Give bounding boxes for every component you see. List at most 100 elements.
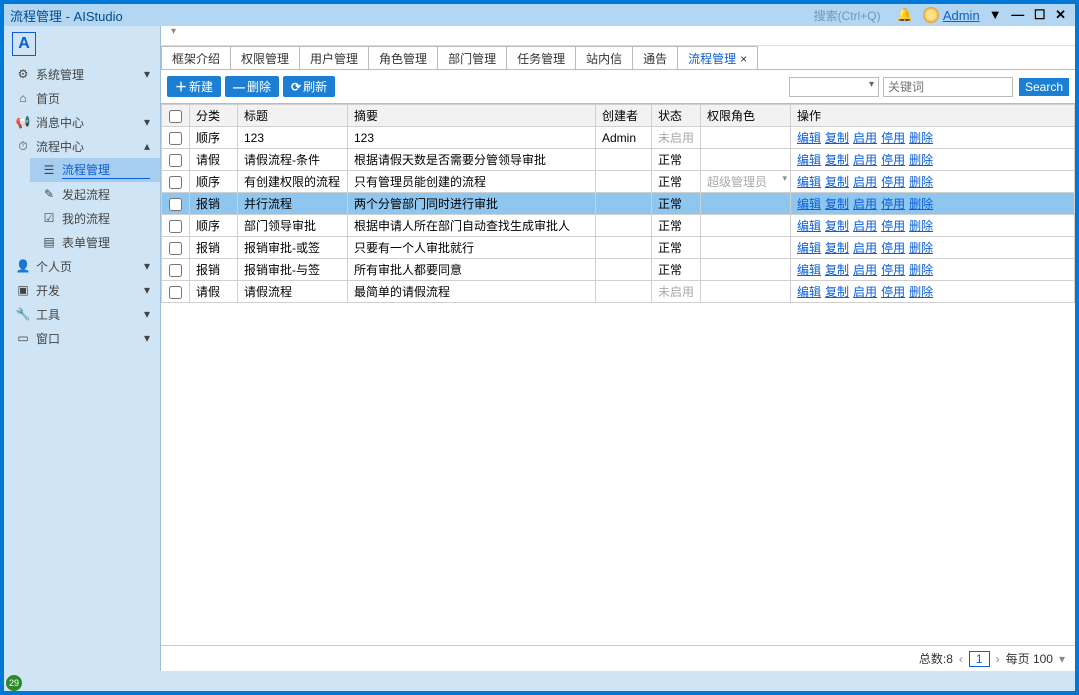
op-edit[interactable]: 编辑 bbox=[797, 197, 821, 211]
op-edit[interactable]: 编辑 bbox=[797, 241, 821, 255]
sidebar-item[interactable]: ⏱流程中心▴ bbox=[4, 134, 160, 158]
op-disable[interactable]: 停用 bbox=[881, 153, 905, 167]
cell-role[interactable]: 超级管理员 bbox=[701, 171, 791, 193]
op-delete[interactable]: 删除 bbox=[909, 219, 933, 233]
cell-role[interactable] bbox=[701, 193, 791, 215]
op-disable[interactable]: 停用 bbox=[881, 197, 905, 211]
table-row[interactable]: 报销报销审批-与签所有审批人都要同意正常编辑复制启用停用删除 bbox=[162, 259, 1075, 281]
delete-button[interactable]: —删除 bbox=[225, 76, 279, 97]
op-enable[interactable]: 启用 bbox=[853, 263, 877, 277]
row-checkbox[interactable] bbox=[169, 286, 182, 299]
tab[interactable]: 权限管理 bbox=[231, 46, 300, 69]
sidebar-item[interactable]: ⚙系统管理▾ bbox=[4, 62, 160, 86]
op-enable[interactable]: 启用 bbox=[853, 175, 877, 189]
col-role[interactable]: 权限角色 bbox=[701, 105, 791, 127]
tab[interactable]: 通告 bbox=[633, 46, 678, 69]
op-delete[interactable]: 删除 bbox=[909, 175, 933, 189]
keyword-input[interactable] bbox=[883, 77, 1013, 97]
sidebar-item[interactable]: 🔧工具▾ bbox=[4, 302, 160, 326]
op-enable[interactable]: 启用 bbox=[853, 153, 877, 167]
maximize-icon[interactable]: ☐ bbox=[1034, 7, 1046, 22]
prev-page-icon[interactable]: ‹ bbox=[959, 652, 963, 666]
tab[interactable]: 任务管理 bbox=[507, 46, 576, 69]
cell-role[interactable] bbox=[701, 259, 791, 281]
search-button[interactable]: Search bbox=[1019, 78, 1069, 96]
row-checkbox[interactable] bbox=[169, 176, 182, 189]
cell-role[interactable] bbox=[701, 237, 791, 259]
op-delete[interactable]: 删除 bbox=[909, 241, 933, 255]
op-edit[interactable]: 编辑 bbox=[797, 153, 821, 167]
row-checkbox[interactable] bbox=[169, 132, 182, 145]
tab[interactable]: 流程管理× bbox=[678, 46, 758, 69]
tab[interactable]: 用户管理 bbox=[300, 46, 369, 69]
op-delete[interactable]: 删除 bbox=[909, 197, 933, 211]
table-row[interactable]: 顺序部门领导审批根据申请人所在部门自动查找生成审批人正常编辑复制启用停用删除 bbox=[162, 215, 1075, 237]
op-delete[interactable]: 删除 bbox=[909, 153, 933, 167]
sidebar-subitem[interactable]: ▤表单管理 bbox=[30, 230, 160, 254]
op-copy[interactable]: 复制 bbox=[825, 285, 849, 299]
row-checkbox[interactable] bbox=[169, 220, 182, 233]
op-disable[interactable]: 停用 bbox=[881, 241, 905, 255]
op-copy[interactable]: 复制 bbox=[825, 197, 849, 211]
op-copy[interactable]: 复制 bbox=[825, 131, 849, 145]
col-operate[interactable]: 操作 bbox=[791, 105, 1075, 127]
new-button[interactable]: ＋新建 bbox=[167, 76, 221, 97]
close-icon[interactable]: ✕ bbox=[1055, 7, 1066, 22]
op-copy[interactable]: 复制 bbox=[825, 263, 849, 277]
op-copy[interactable]: 复制 bbox=[825, 153, 849, 167]
op-disable[interactable]: 停用 bbox=[881, 219, 905, 233]
table-row[interactable]: 请假请假流程-条件根据请假天数是否需要分管领导审批正常编辑复制启用停用删除 bbox=[162, 149, 1075, 171]
filter-combo[interactable] bbox=[789, 77, 879, 97]
cell-role[interactable] bbox=[701, 281, 791, 303]
tab[interactable]: 框架介绍 bbox=[161, 46, 231, 69]
op-disable[interactable]: 停用 bbox=[881, 175, 905, 189]
table-row[interactable]: 报销并行流程两个分管部门同时进行审批正常编辑复制启用停用删除 bbox=[162, 193, 1075, 215]
op-delete[interactable]: 删除 bbox=[909, 263, 933, 277]
per-page-chevron-icon[interactable]: ▾ bbox=[1059, 652, 1065, 666]
minimize-icon[interactable]: — bbox=[1011, 7, 1024, 22]
col-status[interactable]: 状态 bbox=[652, 105, 701, 127]
op-disable[interactable]: 停用 bbox=[881, 131, 905, 145]
user-link[interactable]: Admin bbox=[943, 8, 980, 23]
op-copy[interactable]: 复制 bbox=[825, 219, 849, 233]
cell-role[interactable] bbox=[701, 127, 791, 149]
op-edit[interactable]: 编辑 bbox=[797, 131, 821, 145]
op-enable[interactable]: 启用 bbox=[853, 285, 877, 299]
op-disable[interactable]: 停用 bbox=[881, 263, 905, 277]
row-checkbox[interactable] bbox=[169, 154, 182, 167]
op-enable[interactable]: 启用 bbox=[853, 197, 877, 211]
op-enable[interactable]: 启用 bbox=[853, 219, 877, 233]
search-hint[interactable]: 搜索(Ctrl+Q) bbox=[814, 7, 881, 24]
page-number[interactable]: 1 bbox=[969, 651, 990, 667]
cell-role[interactable] bbox=[701, 149, 791, 171]
col-creator[interactable]: 创建者 bbox=[596, 105, 652, 127]
op-edit[interactable]: 编辑 bbox=[797, 263, 821, 277]
op-delete[interactable]: 删除 bbox=[909, 285, 933, 299]
sidebar-subitem[interactable]: ☑我的流程 bbox=[30, 206, 160, 230]
op-enable[interactable]: 启用 bbox=[853, 131, 877, 145]
col-category[interactable]: 分类 bbox=[190, 105, 238, 127]
dropdown-icon[interactable]: ▼ bbox=[989, 7, 1002, 22]
sidebar-item[interactable]: 👤个人页▾ bbox=[4, 254, 160, 278]
select-all-checkbox[interactable] bbox=[169, 110, 182, 123]
op-delete[interactable]: 删除 bbox=[909, 131, 933, 145]
sidebar-item[interactable]: 📢消息中心▾ bbox=[4, 110, 160, 134]
sidebar-subitem[interactable]: ✎发起流程 bbox=[30, 182, 160, 206]
row-checkbox[interactable] bbox=[169, 264, 182, 277]
table-row[interactable]: 报销报销审批-或签只要有一个人审批就行正常编辑复制启用停用删除 bbox=[162, 237, 1075, 259]
op-copy[interactable]: 复制 bbox=[825, 241, 849, 255]
tab-close-icon[interactable]: × bbox=[740, 52, 747, 66]
next-page-icon[interactable]: › bbox=[996, 652, 1000, 666]
op-edit[interactable]: 编辑 bbox=[797, 175, 821, 189]
avatar[interactable] bbox=[923, 7, 939, 23]
sidebar-item[interactable]: ▭窗口▾ bbox=[4, 326, 160, 350]
row-checkbox[interactable] bbox=[169, 242, 182, 255]
bell-icon[interactable]: 🔔 bbox=[897, 7, 913, 23]
op-copy[interactable]: 复制 bbox=[825, 175, 849, 189]
sidebar-subitem[interactable]: ☰流程管理 bbox=[30, 158, 160, 182]
table-row[interactable]: 顺序有创建权限的流程只有管理员能创建的流程正常超级管理员编辑复制启用停用删除 bbox=[162, 171, 1075, 193]
sidebar-item[interactable]: ⌂首页 bbox=[4, 86, 160, 110]
col-summary[interactable]: 摘要 bbox=[348, 105, 596, 127]
tab[interactable]: 角色管理 bbox=[369, 46, 438, 69]
corner-badge[interactable]: 29 bbox=[6, 675, 22, 691]
